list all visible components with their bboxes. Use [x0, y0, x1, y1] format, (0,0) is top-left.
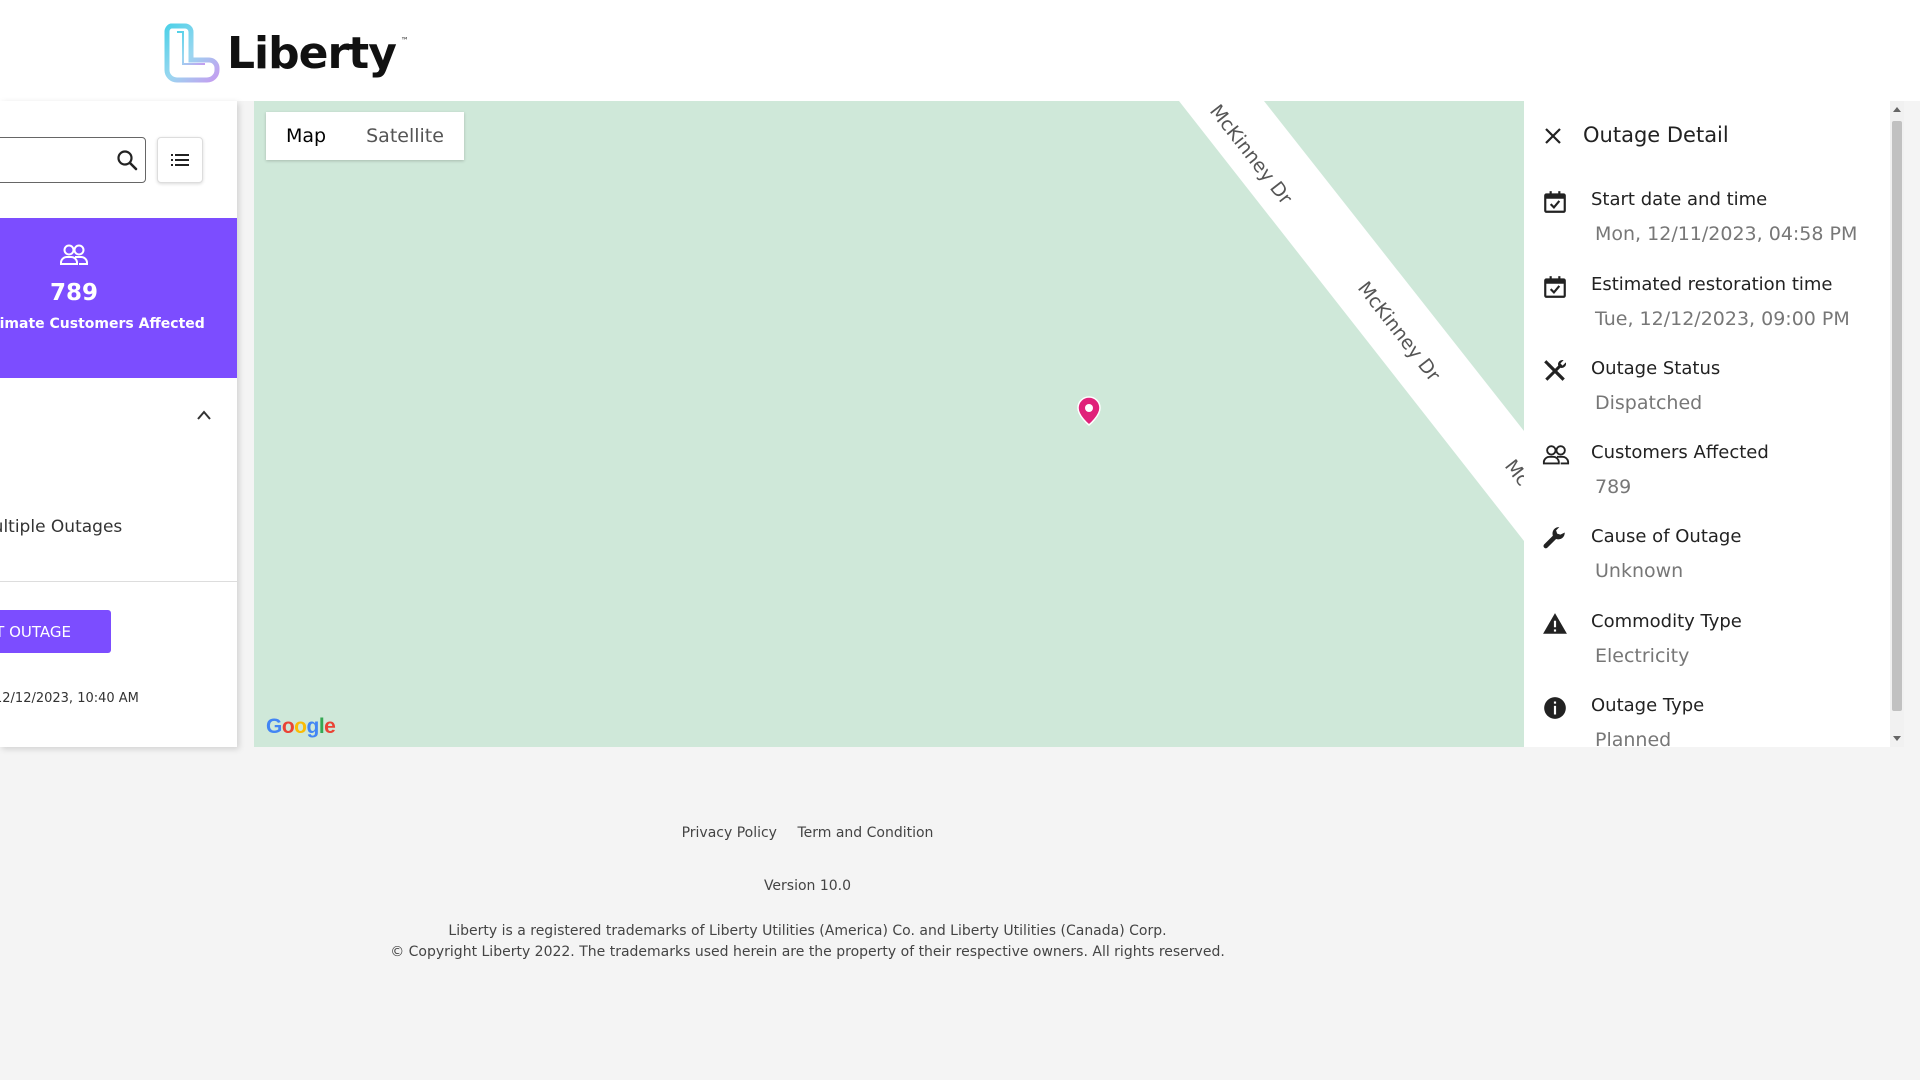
detail-value: Dispatched [1595, 392, 1703, 414]
detail-item-commodity-type: Commodity Type Electricity [1524, 611, 1890, 691]
detail-label: Cause of Outage [1591, 526, 1742, 547]
outage-detail-panel: Outage Detail Start date and time Mon, 1… [1524, 101, 1890, 747]
detail-label: Start date and time [1591, 189, 1768, 210]
customers-label: Approximate Customers Affected [0, 316, 205, 332]
map-type-control: Map Satellite [266, 112, 464, 160]
calendar-check-icon [1544, 276, 1566, 298]
search-input[interactable] [0, 138, 111, 182]
chevron-up-icon[interactable] [196, 407, 212, 423]
outage-list-panel: 789 Approximate Customers Affected Multi… [0, 101, 237, 747]
detail-value: 789 [1595, 476, 1632, 498]
detail-label: Estimated restoration time [1591, 274, 1833, 295]
detail-label: Outage Type [1591, 695, 1705, 716]
detail-label: Commodity Type [1591, 611, 1742, 632]
detail-value: Unknown [1595, 560, 1684, 582]
google-logo: Google [266, 715, 336, 738]
detail-value: Electricity [1595, 645, 1690, 667]
calendar-check-icon [1544, 191, 1566, 213]
terms-link[interactable]: Term and Condition [797, 825, 933, 841]
detail-value: Tue, 12/12/2023, 09:00 PM [1595, 308, 1850, 330]
detail-value: Mon, 12/11/2023, 04:58 PM [1595, 223, 1858, 245]
detail-item-restoration-time: Estimated restoration time Tue, 12/12/20… [1524, 274, 1890, 354]
warning-icon [1543, 613, 1567, 634]
map-type-map-button[interactable]: Map [266, 112, 346, 160]
detail-item-cause: Cause of Outage Unknown [1524, 526, 1890, 606]
customers-count: 789 [49, 280, 98, 306]
detail-label: Customers Affected [1591, 442, 1769, 463]
multiple-outages-item[interactable]: Multiple Outages [0, 517, 122, 537]
detail-label: Outage Status [1591, 358, 1721, 379]
trademark-line-1: Liberty is a registered trademarks of Li… [448, 923, 1167, 939]
trademark-symbol: ™ [400, 35, 409, 45]
brand-name: Liberty [227, 27, 397, 79]
close-icon[interactable] [1544, 127, 1562, 145]
detail-item-start-time: Start date and time Mon, 12/11/2023, 04:… [1524, 189, 1890, 269]
map-type-satellite-button[interactable]: Satellite [346, 112, 464, 160]
detail-scrollbar[interactable] [1890, 101, 1904, 747]
footer-links: Privacy Policy Term and Condition [0, 825, 1615, 841]
header: Liberty ™ [0, 0, 1920, 101]
liberty-logo[interactable]: Liberty ™ [163, 18, 409, 88]
info-icon [1544, 697, 1566, 719]
detail-item-outage-type: Outage Type Planned [1524, 695, 1890, 747]
detail-item-customers-affected: Customers Affected 789 [1524, 442, 1890, 522]
version-text: Version 10.0 [763, 878, 852, 894]
outage-marker-icon[interactable] [1077, 396, 1101, 426]
tools-icon [1544, 359, 1567, 381]
search-icon[interactable] [115, 148, 139, 172]
logo-text: Liberty ™ [227, 27, 409, 79]
trademark-line-2: © Copyright Liberty 2022. The trademarks… [390, 944, 1225, 960]
privacy-policy-link[interactable]: Privacy Policy [682, 825, 777, 841]
divider [0, 581, 237, 582]
last-updated-time: 12/12/2023, 10:40 AM [0, 691, 139, 706]
liberty-logo-icon [164, 23, 220, 83]
outage-detail-header: Outage Detail [1524, 101, 1890, 171]
trademark-notice: Liberty is a registered trademarks of Li… [0, 921, 1615, 963]
people-icon [1542, 445, 1570, 465]
wrench-icon [1543, 527, 1565, 549]
people-icon [60, 244, 88, 265]
customers-affected-card: 789 Approximate Customers Affected [0, 218, 237, 378]
report-outage-button[interactable]: REPORT OUTAGE [0, 610, 111, 653]
map-roads: McKinney Dr McKinney Dr Mc [1179, 101, 1524, 541]
scrollbar-thumb[interactable] [1892, 121, 1902, 711]
outage-detail-title: Outage Detail [1583, 123, 1729, 147]
detail-value: Planned [1595, 729, 1672, 747]
search-box[interactable] [0, 137, 146, 183]
scroll-up-arrow-icon[interactable] [1893, 107, 1901, 112]
list-view-button[interactable] [157, 137, 203, 183]
detail-item-outage-status: Outage Status Dispatched [1524, 358, 1890, 438]
list-icon [171, 154, 189, 166]
scroll-down-arrow-icon[interactable] [1893, 736, 1901, 741]
map-view[interactable]: McKinney Dr McKinney Dr Mc Map Satellite… [254, 101, 1524, 747]
